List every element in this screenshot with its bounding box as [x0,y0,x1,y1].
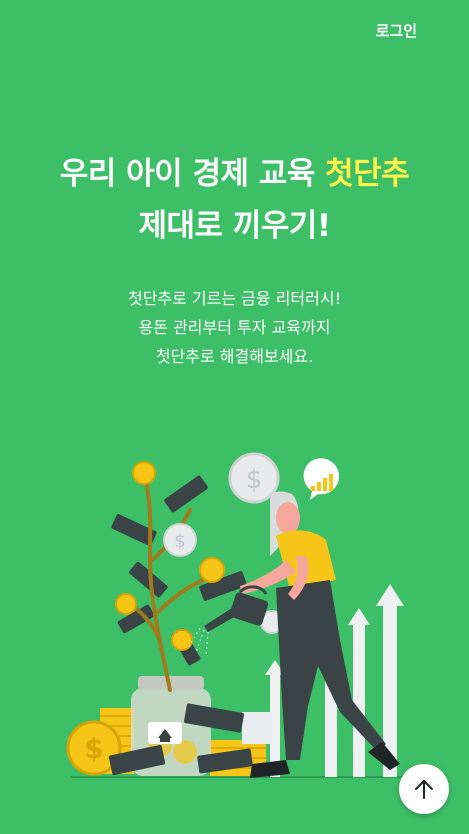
svg-text:$: $ [246,465,263,495]
scroll-to-top-button[interactable] [399,764,449,814]
hero-subtitle-line: 첫단추로 기르는 금융 리터러시! [127,289,342,308]
hero-subtitle-line: 첫단추로 해결해보세요. [155,347,314,366]
hero-subtitle-line: 용돈 관리부터 투자 교육까지 [138,318,331,337]
hero-title-prefix: 우리 아이 경제 교육 [59,156,326,192]
hero-title-accent: 첫단추 [325,156,410,192]
hero-subtitle: 첫단추로 기르는 금융 리터러시! 용돈 관리부터 투자 교육까지 첫단추로 해… [0,284,469,371]
hero-title-line2: 제대로 끼우기! [138,208,331,244]
watering-can [187,585,269,657]
login-link[interactable]: 로그인 [376,20,417,41]
money-plant-illustration: $ $ $ [66,452,420,778]
chart-bubble-icon [303,458,339,500]
hero-title: 우리 아이 경제 교육 첫단추 제대로 끼우기! [0,148,469,252]
svg-text:$: $ [174,531,185,552]
arrow-up-icon [415,780,433,799]
svg-text:$: $ [84,732,103,765]
